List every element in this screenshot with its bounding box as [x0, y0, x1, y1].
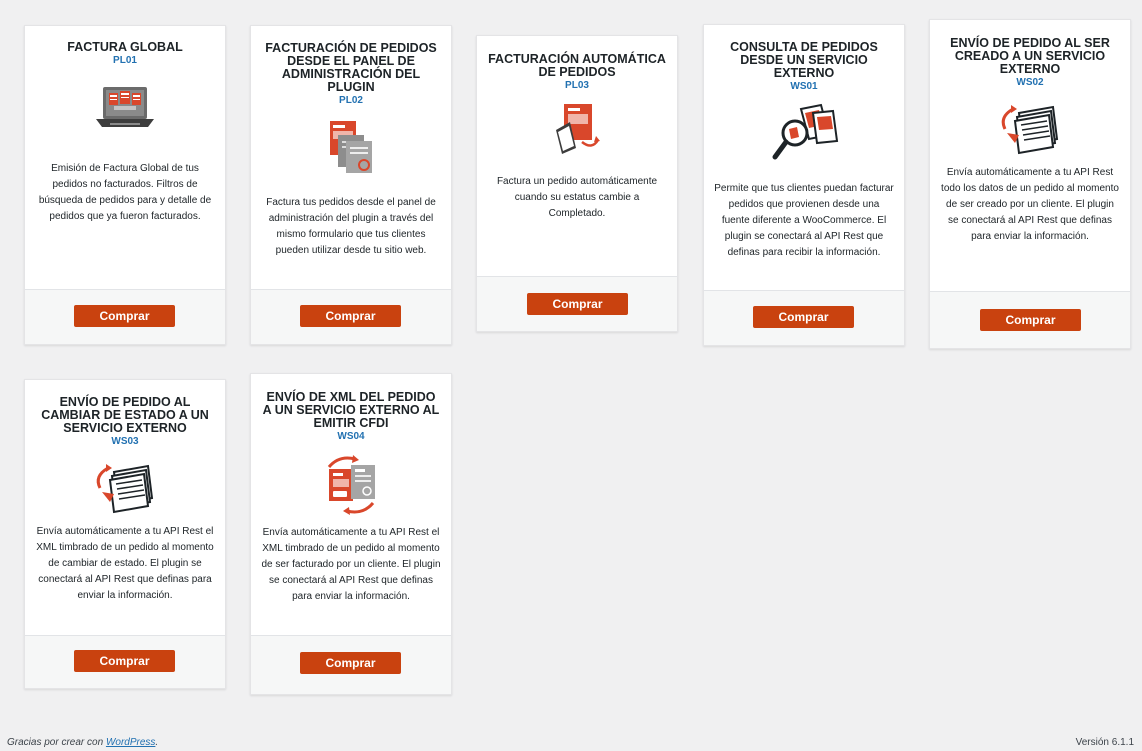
paper-stack-icon: [96, 464, 154, 514]
search-documents-icon: [772, 103, 839, 160]
wordpress-link[interactable]: WordPress: [106, 737, 155, 748]
admin-footer-thanks: Gracias por crear con WordPress.: [7, 737, 158, 748]
buy-button[interactable]: Comprar: [74, 650, 175, 672]
thanks-suffix: .: [155, 737, 159, 748]
card-description: Emisión de Factura Global de tus pedidos…: [38, 163, 212, 222]
buy-button[interactable]: Comprar: [300, 652, 401, 674]
card-code: PL01: [113, 55, 137, 66]
card-title: FACTURACIÓN AUTOMÁTICA DE PEDIDOS: [488, 52, 666, 79]
card-code: WS03: [111, 436, 139, 447]
product-card-pl02: FACTURACIÓN DE PEDIDOS DESDE EL PANEL DE…: [250, 25, 452, 345]
product-card-ws04: ENVÍO DE XML DEL PEDIDO A UN SERVICIO EX…: [250, 373, 452, 695]
buy-button[interactable]: Comprar: [74, 305, 175, 327]
laptop-invoices-icon: [96, 87, 154, 127]
card-code: WS04: [337, 431, 365, 442]
thanks-text: Gracias por crear con: [7, 737, 106, 748]
product-card-pl01: FACTURA GLOBAL PL01 Emisión de Factura G…: [24, 25, 226, 345]
card-description: Factura un pedido automáticamente cuando…: [496, 176, 658, 219]
card-code: WS01: [790, 81, 818, 92]
buy-button[interactable]: Comprar: [753, 306, 854, 328]
card-description: Permite que tus clientes puedan facturar…: [714, 183, 894, 258]
card-title: ENVÍO DE XML DEL PEDIDO A UN SERVICIO EX…: [262, 390, 440, 430]
invoice-stack-icon: [330, 121, 372, 173]
card-title: ENVÍO DE PEDIDO AL CAMBIAR DE ESTADO A U…: [41, 395, 209, 435]
product-card-ws01: CONSULTA DE PEDIDOS DESDE UN SERVICIO EX…: [703, 24, 905, 346]
auto-invoice-icon: [556, 104, 600, 154]
card-footer: Comprar: [25, 635, 225, 688]
card-footer: Comprar: [251, 635, 451, 694]
card-description: Envía automáticamente a tu API Rest todo…: [941, 167, 1119, 242]
card-code: PL03: [565, 80, 589, 91]
card-footer: Comprar: [930, 291, 1130, 348]
version-text: Versión 6.1.1: [1075, 737, 1134, 748]
card-footer: Comprar: [704, 290, 904, 345]
card-code: WS02: [1016, 77, 1044, 88]
card-description: Envía automáticamente a tu API Rest el X…: [261, 527, 441, 602]
card-description: Factura tus pedidos desde el panel de ad…: [266, 197, 436, 256]
buy-button[interactable]: Comprar: [300, 305, 401, 327]
xml-exchange-icon: [327, 455, 375, 515]
card-description: Envía automáticamente a tu API Rest el X…: [36, 526, 214, 601]
product-card-ws03: ENVÍO DE PEDIDO AL CAMBIAR DE ESTADO A U…: [24, 379, 226, 689]
product-card-pl03: FACTURACIÓN AUTOMÁTICA DE PEDIDOS PL03 F…: [476, 35, 678, 332]
buy-button[interactable]: Comprar: [980, 309, 1081, 331]
card-footer: Comprar: [251, 289, 451, 344]
card-title: FACTURACIÓN DE PEDIDOS DESDE EL PANEL DE…: [265, 41, 437, 94]
card-title: FACTURA GLOBAL: [67, 40, 183, 54]
card-title: CONSULTA DE PEDIDOS DESDE UN SERVICIO EX…: [730, 40, 878, 80]
card-title: ENVÍO DE PEDIDO AL SER CREADO A UN SERVI…: [950, 36, 1110, 76]
card-code: PL02: [339, 95, 363, 106]
paper-stack-icon: [1001, 105, 1059, 155]
card-footer: Comprar: [25, 289, 225, 344]
card-footer: Comprar: [477, 276, 677, 331]
product-card-ws02: ENVÍO DE PEDIDO AL SER CREADO A UN SERVI…: [929, 19, 1131, 349]
buy-button[interactable]: Comprar: [527, 293, 628, 315]
